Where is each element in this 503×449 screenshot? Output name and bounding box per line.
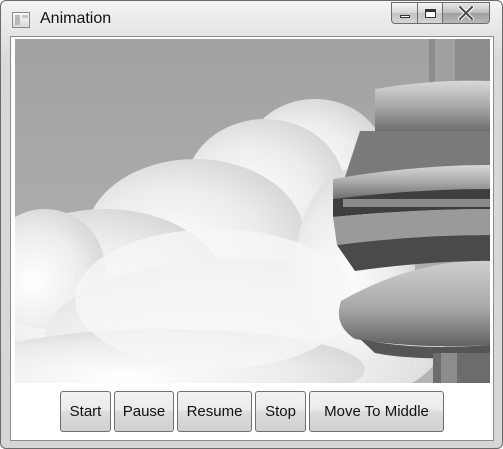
window-title: Animation bbox=[40, 10, 112, 27]
title-bar[interactable]: Animation bbox=[1, 1, 502, 35]
application-window: Animation Start Pause Resume Stop Move T… bbox=[0, 0, 503, 449]
client-area: Start Pause Resume Stop Move To Middle bbox=[10, 36, 494, 441]
minimize-icon bbox=[399, 14, 410, 18]
move-to-middle-button[interactable]: Move To Middle bbox=[309, 391, 444, 432]
maximize-button[interactable] bbox=[417, 2, 442, 24]
caption-buttons bbox=[391, 2, 490, 24]
maximize-icon bbox=[424, 8, 436, 18]
minimize-button[interactable] bbox=[391, 2, 417, 24]
resume-button[interactable]: Resume bbox=[177, 391, 252, 432]
close-icon bbox=[458, 6, 474, 20]
start-button[interactable]: Start bbox=[60, 391, 111, 432]
app-icon[interactable] bbox=[12, 12, 30, 28]
button-bar: Start Pause Resume Stop Move To Middle bbox=[60, 391, 444, 432]
tower-photo bbox=[15, 39, 490, 383]
close-button[interactable] bbox=[442, 2, 490, 24]
stop-button[interactable]: Stop bbox=[255, 391, 306, 432]
animated-image bbox=[15, 39, 490, 383]
pause-button[interactable]: Pause bbox=[114, 391, 174, 432]
